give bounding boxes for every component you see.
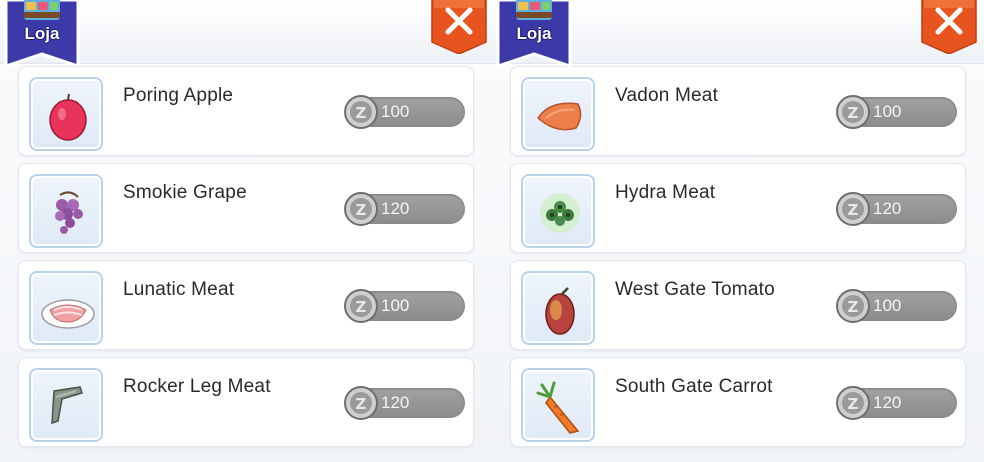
svg-text:Z: Z — [356, 298, 367, 316]
zeny-coin-icon: Z — [836, 192, 870, 226]
vadon-meat-icon — [537, 102, 582, 131]
item-thumbnail — [521, 368, 595, 442]
zeny-coin-icon: Z — [836, 386, 870, 420]
item-name: Poring Apple — [123, 85, 234, 106]
price-button[interactable]: Z 100 — [836, 95, 957, 129]
item-name: West Gate Tomato — [615, 279, 775, 300]
zeny-coin-icon: Z — [836, 289, 870, 323]
item-name: Lunatic Meat — [123, 279, 235, 300]
banner-label: Loja — [516, 24, 552, 43]
item-thumbnail — [521, 271, 595, 345]
shop-item-card[interactable]: Rocker Leg Meat Z 120 — [18, 357, 474, 447]
svg-text:Z: Z — [848, 298, 859, 316]
price-button[interactable]: Z 120 — [836, 386, 957, 420]
item-name: Rocker Leg Meat — [123, 376, 271, 397]
price-button[interactable]: Z 100 — [836, 289, 957, 323]
price-button[interactable]: Z 100 — [344, 95, 465, 129]
svg-text:Z: Z — [848, 104, 859, 122]
item-thumbnail — [29, 77, 103, 151]
shop-item-card[interactable]: Lunatic Meat Z 100 — [18, 260, 474, 350]
svg-text:Z: Z — [848, 395, 859, 413]
zeny-coin-icon: Z — [344, 95, 378, 129]
price-button[interactable]: Z 120 — [836, 192, 957, 226]
price-value: 100 — [873, 102, 902, 121]
shop-item-card[interactable]: Poring Apple Z 100 — [18, 66, 474, 156]
price-button[interactable]: Z 100 — [344, 289, 465, 323]
grape-icon — [55, 191, 83, 234]
item-name: Vadon Meat — [615, 85, 719, 106]
shop-item-card[interactable]: South Gate Carrot Z 120 — [510, 357, 966, 447]
price-button[interactable]: Z 120 — [344, 192, 465, 226]
price-button[interactable]: Z 120 — [344, 386, 465, 420]
hydra-meat-icon — [540, 193, 580, 233]
zeny-coin-icon: Z — [836, 95, 870, 129]
svg-text:Z: Z — [356, 104, 367, 122]
price-value: 120 — [381, 393, 410, 412]
price-value: 120 — [381, 199, 410, 218]
price-value: 120 — [873, 199, 902, 218]
shop-banner: Loja — [2, 0, 82, 76]
item-name: Smokie Grape — [123, 182, 247, 203]
close-icon — [921, 0, 977, 55]
price-value: 100 — [381, 102, 410, 121]
item-thumbnail — [29, 271, 103, 345]
leg-meat-icon — [51, 386, 83, 425]
shop-item-card[interactable]: Smokie Grape Z 120 — [18, 163, 474, 253]
item-name: South Gate Carrot — [615, 376, 773, 397]
close-button[interactable] — [430, 0, 488, 55]
price-value: 120 — [873, 393, 902, 412]
shop-panel-left: Loja Poring Apple Z 100 Smokie Grape Z 1… — [0, 0, 492, 462]
close-icon — [431, 0, 487, 55]
item-thumbnail — [29, 174, 103, 248]
svg-text:Z: Z — [848, 201, 859, 219]
svg-text:Z: Z — [356, 201, 367, 219]
zeny-coin-icon: Z — [344, 386, 378, 420]
zeny-coin-icon: Z — [344, 289, 378, 323]
item-name: Hydra Meat — [615, 182, 716, 203]
item-thumbnail — [521, 77, 595, 151]
carrot-icon — [536, 381, 580, 434]
item-thumbnail — [29, 368, 103, 442]
meat-plate-icon — [41, 299, 95, 329]
zeny-coin-icon: Z — [344, 192, 378, 226]
shop-item-card[interactable]: Hydra Meat Z 120 — [510, 163, 966, 253]
shop-item-card[interactable]: Vadon Meat Z 100 — [510, 66, 966, 156]
price-value: 100 — [873, 296, 902, 315]
apple-icon — [49, 93, 87, 141]
shop-banner: Loja — [494, 0, 574, 76]
item-thumbnail — [521, 174, 595, 248]
banner-label: Loja — [24, 24, 60, 43]
svg-text:Z: Z — [356, 395, 367, 413]
price-value: 100 — [381, 296, 410, 315]
tomato-icon — [545, 287, 575, 335]
close-button[interactable] — [920, 0, 978, 55]
shop-item-card[interactable]: West Gate Tomato Z 100 — [510, 260, 966, 350]
